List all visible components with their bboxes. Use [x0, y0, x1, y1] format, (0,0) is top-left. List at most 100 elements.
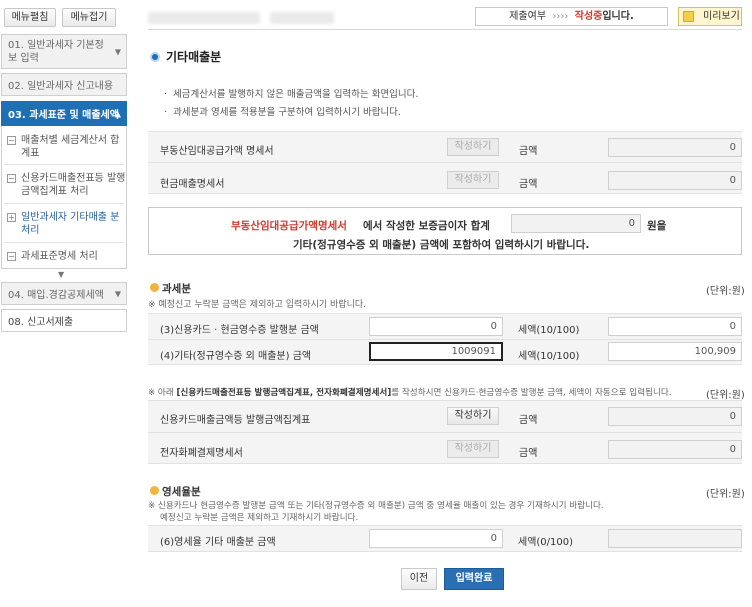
- guide-text: · 과세분과 영세를 적용분을 구분하여 입력하시기 바랍니다.: [164, 107, 401, 118]
- amount-label: 금액: [519, 146, 538, 157]
- divider: [4, 242, 124, 243]
- amount-field[interactable]: 0: [608, 138, 742, 157]
- sidebar-item-label: 03. 과세표준 및 매출세액: [8, 110, 119, 121]
- sidebar-item-label: 08. 신고서제출: [8, 317, 74, 328]
- submenu-item-tax-base-detail[interactable]: − 과세표준명세 처리: [1, 250, 127, 263]
- note-bold-text: [신용카드매출전표등 발행금액집계표, 전자화폐결제명세서]: [176, 388, 392, 398]
- sidebar-item-label: 02. 일반과세자 신고내용: [8, 81, 114, 92]
- card-sales-amount-input[interactable]: 0: [369, 317, 503, 336]
- sidebar-item-input-deduction[interactable]: 04. 매입.경감공제세액 ▼: [1, 282, 127, 305]
- row-label: (6)영세율 기타 매출분 금액: [160, 537, 276, 548]
- guide-text-line: 세금계산서를 발행하지 않은 매출금액을 입력하는 화면입니다.: [173, 89, 419, 100]
- tax-label: 세액(10/100): [518, 351, 580, 362]
- sidebar-item-submit[interactable]: 08. 신고서제출: [1, 309, 127, 332]
- tax-amount-field[interactable]: 100,909: [608, 342, 742, 361]
- notice-text: 기타(정규영수증 외 매출분) 금액에 포함하여 입력하시기 바랍니다.: [293, 239, 590, 251]
- row-divider: [148, 339, 742, 340]
- row-label: (3)신용카드 · 현금영수증 발행분 금액: [160, 325, 319, 336]
- section-bullet-icon: [150, 486, 159, 495]
- previous-button[interactable]: 이전: [401, 568, 437, 590]
- write-button[interactable]: 작성하기: [447, 440, 499, 458]
- submenu-item-label: 신용카드매출전표등 발행금액집계표 처리: [21, 173, 126, 197]
- write-button[interactable]: 작성하기: [447, 407, 499, 425]
- guide-text-line: 과세분과 영세를 적용분을 구분하여 입력하시기 바랍니다.: [173, 107, 401, 118]
- submenu-item-label: 과세표준명세 처리: [21, 251, 98, 262]
- tax-amount-field[interactable]: [608, 529, 742, 548]
- other-sales-amount-input[interactable]: 1009091: [369, 342, 503, 361]
- write-button[interactable]: 작성하기: [447, 138, 499, 156]
- guide-text: · 세금계산서를 발행하지 않은 매출금액을 입력하는 화면입니다.: [164, 89, 419, 100]
- document-icon: [683, 11, 694, 22]
- tax-label: 세액(0/100): [518, 537, 574, 548]
- submenu-item-label: 일반과세자 기타매출 분 처리: [21, 212, 120, 236]
- write-button[interactable]: 작성하기: [447, 171, 499, 189]
- row-label: 신용카드매출금액등 발행금액집계표: [160, 415, 311, 426]
- amount-label: 금액: [519, 179, 538, 190]
- preview-button[interactable]: 미리보기: [678, 7, 742, 26]
- note-text: ※ 아래: [148, 388, 177, 398]
- unit-label: (단위:원): [706, 286, 745, 297]
- row-divider: [148, 432, 742, 433]
- row-label: 전자화폐결제명세서: [160, 448, 243, 459]
- row-label: 부동산임대공급가액 명세서: [160, 146, 274, 157]
- header-divider: [148, 29, 742, 30]
- collapse-box-icon: −: [7, 252, 16, 261]
- chevron-up-icon: ▲: [114, 109, 121, 118]
- card-section-note: ※ 아래 [신용카드매출전표등 발행금액집계표, 전자화폐결제명세서]를 작성하…: [148, 386, 672, 398]
- deposit-interest-notice: 부동산임대공급가액명세서 에서 작성한 보증금이자 합계 0 원을 기타(정규영…: [148, 207, 742, 255]
- status-suffix: 입니다.: [602, 11, 634, 22]
- submission-status: 제출여부 ›››› 작성중입니다.: [475, 7, 668, 26]
- row-divider: [148, 162, 742, 163]
- divider: [4, 203, 124, 204]
- submenu-item-credit-card[interactable]: − 신용카드매출전표등 발행금액집계표 처리: [1, 172, 127, 198]
- preview-label: 미리보기: [703, 11, 740, 22]
- collapse-box-icon: −: [7, 174, 16, 183]
- unit-label: (단위:원): [706, 390, 745, 401]
- status-value: 작성중: [574, 11, 603, 22]
- caret-down-icon: ▼: [58, 270, 65, 279]
- amount-field[interactable]: 0: [608, 407, 742, 426]
- row-label: 현금매출명세서: [160, 179, 225, 190]
- row-label: (4)기타(정규영수증 외 매출분) 금액: [160, 351, 312, 362]
- notice-red-text: 부동산임대공급가액명세서: [231, 220, 347, 232]
- chevron-down-icon: ▼: [114, 289, 121, 298]
- amount-label: 금액: [519, 448, 538, 459]
- zero-rated-amount-input[interactable]: 0: [369, 529, 503, 548]
- section-title-taxable: 과세분: [162, 283, 191, 295]
- sidebar-item-basic-info[interactable]: 01. 일반과세자 기본정보 입력 ▼: [1, 34, 127, 69]
- submit-input-button[interactable]: 입력완료: [444, 568, 504, 590]
- expand-menu-button[interactable]: 메뉴펼침: [4, 8, 56, 27]
- sidebar-item-label: 04. 매입.경감공제세액: [8, 290, 104, 301]
- section-note: ※ 신용카드나 현금영수증 발행분 금액 또는 기타(정규영수증 외 매출분) …: [148, 501, 604, 511]
- notice-text: 원을: [647, 220, 667, 232]
- submenu-item-other-sales[interactable]: + 일반과세자 기타매출 분 처리: [1, 211, 127, 237]
- section-note: ※ 예정신고 누락분 금액은 제외하고 입력하시기 바랍니다.: [148, 300, 367, 310]
- submenu-item-label: 매출처별 세금계산서 합계표: [21, 135, 120, 159]
- status-arrows: ››››: [552, 11, 569, 22]
- page-title-text: 기타매출분: [166, 50, 222, 64]
- collapse-box-icon: −: [7, 136, 16, 145]
- notice-text: 에서 작성한 보증금이자 합계: [363, 220, 490, 232]
- section-title-zero-rated: 영세율분: [162, 486, 201, 498]
- sidebar-item-report-content[interactable]: 02. 일반과세자 신고내용: [1, 73, 127, 96]
- sidebar-item-tax-base[interactable]: 03. 과세표준 및 매출세액 ▲: [1, 101, 127, 126]
- blurred-user-info: [270, 12, 334, 24]
- amount-field[interactable]: 0: [608, 440, 742, 459]
- collapse-menu-button[interactable]: 메뉴접기: [62, 8, 116, 27]
- section-bullet-icon: [150, 283, 159, 292]
- tax-amount-field[interactable]: 0: [608, 317, 742, 336]
- submenu-item-sales-invoice[interactable]: − 매출처별 세금계산서 합계표: [1, 134, 127, 160]
- unit-label: (단위:원): [706, 489, 745, 500]
- blurred-user-info: [148, 12, 260, 24]
- page-title: 기타매출분: [150, 48, 221, 65]
- note-text: 를 작성하시면 신용카드·현금영수증 발행분 금액, 세액이 자동으로 입력됩니…: [391, 388, 672, 398]
- amount-label: 금액: [519, 415, 538, 426]
- chevron-down-icon: ▼: [114, 47, 121, 56]
- sidebar-item-label: 01. 일반과세자 기본정보 입력: [8, 39, 104, 64]
- tax-label: 세액(10/100): [518, 325, 580, 336]
- deposit-interest-field[interactable]: 0: [511, 214, 641, 233]
- status-label: 제출여부: [509, 11, 547, 22]
- title-bullet-icon: [150, 51, 160, 62]
- expand-box-icon: +: [7, 213, 16, 222]
- amount-field[interactable]: 0: [608, 171, 742, 190]
